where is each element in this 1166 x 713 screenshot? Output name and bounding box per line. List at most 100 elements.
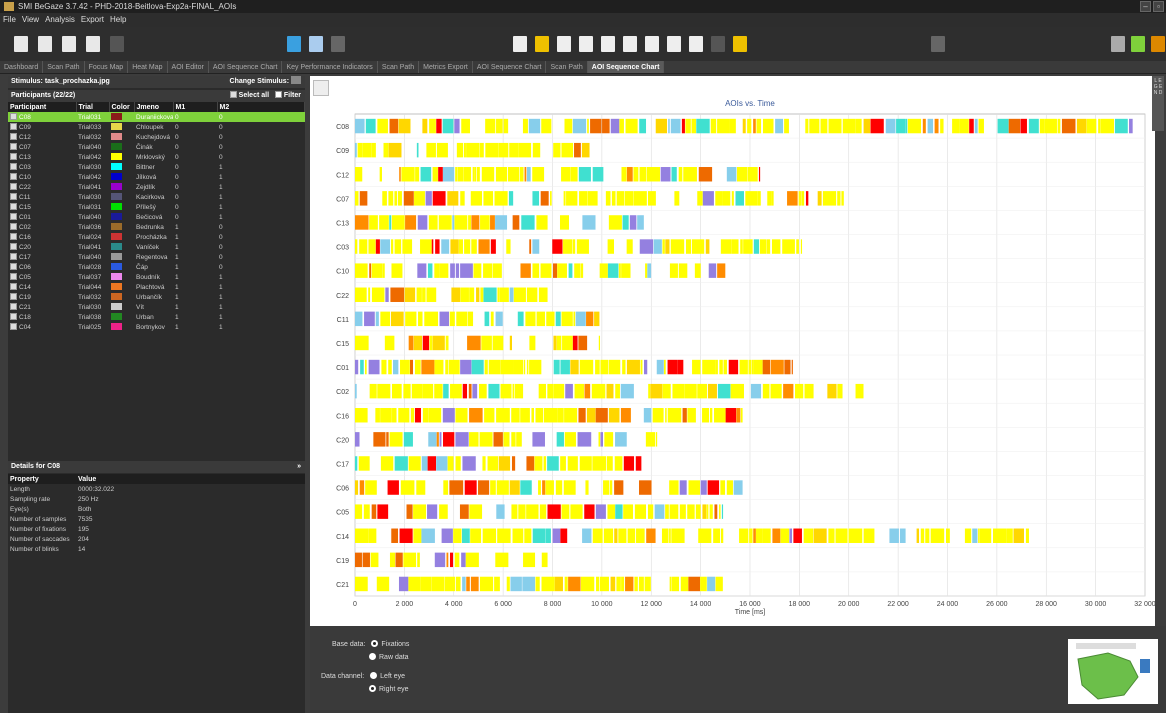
metrics-icon[interactable]	[711, 36, 725, 52]
color-swatch[interactable]	[111, 313, 122, 321]
participant-checkbox[interactable]	[10, 253, 17, 260]
participant-checkbox[interactable]	[10, 293, 17, 300]
participant-row[interactable]: C12 Trial032 Kuchejdová 0 0	[8, 132, 305, 142]
participant-checkbox[interactable]	[10, 123, 17, 130]
right-eye-radio[interactable]	[369, 685, 376, 692]
people-icon[interactable]	[931, 36, 945, 52]
stimulus-icon[interactable]	[287, 36, 301, 52]
tab-aoi-editor[interactable]: AOI Editor	[168, 61, 209, 73]
plugin-icon[interactable]	[1131, 36, 1145, 52]
color-swatch[interactable]	[111, 233, 122, 241]
tab-aoi-sequence-chart-2[interactable]: AOI Sequence Chart	[473, 61, 547, 73]
participant-row[interactable]: C05 Trial037 Boudník 1 1	[8, 272, 305, 282]
color-swatch[interactable]	[111, 133, 122, 141]
color-swatch[interactable]	[111, 293, 122, 301]
collapse-icon[interactable]: »	[297, 461, 301, 473]
participant-checkbox[interactable]	[10, 213, 17, 220]
color-swatch[interactable]	[111, 173, 122, 181]
color-swatch[interactable]	[111, 253, 122, 261]
participant-row[interactable]: C20 Trial041 Vaníček 1 0	[8, 242, 305, 252]
participant-checkbox[interactable]	[10, 223, 17, 230]
participant-row[interactable]: C18 Trial038 Urban 1 1	[8, 312, 305, 322]
color-swatch[interactable]	[111, 283, 122, 291]
chart-icon[interactable]	[309, 36, 323, 52]
color-swatch[interactable]	[111, 163, 122, 171]
color-swatch[interactable]	[111, 323, 122, 331]
scanpath-icon[interactable]	[557, 36, 571, 52]
col-participant[interactable]: Participant	[8, 102, 77, 112]
focus-icon[interactable]	[579, 36, 593, 52]
filter-checkbox[interactable]	[274, 91, 282, 98]
participant-row[interactable]: C16 Trial024 Procházka 1 0	[8, 232, 305, 242]
grid-icon[interactable]	[513, 36, 527, 52]
print-icon[interactable]	[86, 36, 100, 52]
participant-row[interactable]: C22 Trial041 Zejdlík 0 1	[8, 182, 305, 192]
participant-checkbox[interactable]	[10, 183, 17, 190]
legend-toggle[interactable]: L E G E N D	[1152, 76, 1164, 131]
color-swatch[interactable]	[111, 303, 122, 311]
participant-checkbox[interactable]	[10, 283, 17, 290]
participant-checkbox[interactable]	[10, 143, 17, 150]
aoi-editor-icon[interactable]	[645, 36, 659, 52]
participant-checkbox[interactable]	[10, 153, 17, 160]
image-icon[interactable]	[331, 36, 345, 52]
participant-row[interactable]: C19 Trial032 Urbančík 1 1	[8, 292, 305, 302]
search-icon[interactable]	[601, 36, 615, 52]
participant-row[interactable]: C03 Trial030 Bittner 0 1	[8, 162, 305, 172]
participant-row[interactable]: C13 Trial042 Mrklovský 0 0	[8, 152, 305, 162]
sequence-icon[interactable]	[667, 36, 681, 52]
lock-icon[interactable]	[110, 36, 124, 52]
participant-row[interactable]: C02 Trial036 Bedrunka 1 0	[8, 222, 305, 232]
participant-checkbox[interactable]	[10, 163, 17, 170]
color-swatch[interactable]	[111, 153, 122, 161]
fixations-radio[interactable]	[371, 640, 379, 647]
color-swatch[interactable]	[111, 223, 122, 231]
heatmap-icon[interactable]	[535, 36, 549, 52]
participant-checkbox[interactable]	[10, 323, 17, 330]
participant-row[interactable]: C17 Trial040 Regentova 1 0	[8, 252, 305, 262]
color-swatch[interactable]	[111, 213, 122, 221]
participant-checkbox[interactable]	[10, 203, 17, 210]
col-m2[interactable]: M2	[217, 102, 305, 112]
participant-row[interactable]: C04 Trial025 Bortnykov 1 1	[8, 322, 305, 332]
stimulus-thumbnail[interactable]	[1068, 639, 1158, 704]
color-swatch[interactable]	[111, 193, 122, 201]
export-icon[interactable]	[733, 36, 747, 52]
participant-row[interactable]: C10 Trial042 Jílková 0 1	[8, 172, 305, 182]
participant-checkbox[interactable]	[10, 173, 17, 180]
participant-checkbox[interactable]	[10, 273, 17, 280]
change-stimulus[interactable]: Change Stimulus:	[230, 76, 301, 88]
participant-checkbox[interactable]	[10, 193, 17, 200]
participant-checkbox[interactable]	[10, 243, 17, 250]
minimize-button[interactable]: –	[1140, 1, 1151, 12]
settings-icon[interactable]	[1111, 36, 1125, 52]
tab-scan-path-2[interactable]: Scan Path	[378, 61, 420, 73]
tab-heat-map[interactable]: Heat Map	[128, 61, 168, 73]
participant-checkbox[interactable]	[10, 303, 17, 310]
grid-icon[interactable]	[291, 76, 301, 84]
col-m1[interactable]: M1	[173, 102, 218, 112]
color-swatch[interactable]	[111, 143, 122, 151]
menu-help[interactable]: Help	[107, 13, 129, 27]
col-color[interactable]: Color	[109, 102, 135, 112]
tab-aoi-sequence-chart[interactable]: AOI Sequence Chart	[209, 61, 283, 73]
participant-row[interactable]: C01 Trial040 Bečicová 0 1	[8, 212, 305, 222]
participant-row[interactable]: C07 Trial040 Činák 0 0	[8, 142, 305, 152]
participant-checkbox[interactable]	[10, 313, 17, 320]
menu-export[interactable]: Export	[78, 13, 107, 27]
tab-scan-path-3[interactable]: Scan Path	[546, 61, 588, 73]
participant-row[interactable]: C08 Trial031 Duraniickova 0 0	[8, 112, 305, 122]
col-trial[interactable]: Trial	[76, 102, 110, 112]
color-swatch[interactable]	[111, 113, 122, 121]
tab-kpi[interactable]: Key Performance Indicators	[282, 61, 378, 73]
color-swatch[interactable]	[111, 243, 122, 251]
menu-analysis[interactable]: Analysis	[42, 13, 78, 27]
restore-button[interactable]: ▫	[1153, 1, 1164, 12]
tab-dashboard[interactable]: Dashboard	[0, 61, 44, 73]
participant-row[interactable]: C14 Trial044 Plachtová 1 1	[8, 282, 305, 292]
menu-view[interactable]: View	[19, 13, 42, 27]
participant-row[interactable]: C21 Trial030 Vít 1 1	[8, 302, 305, 312]
kpi-icon[interactable]	[623, 36, 637, 52]
tab-metrics-export[interactable]: Metrics Export	[419, 61, 473, 73]
select-all-checkbox[interactable]	[229, 91, 237, 98]
